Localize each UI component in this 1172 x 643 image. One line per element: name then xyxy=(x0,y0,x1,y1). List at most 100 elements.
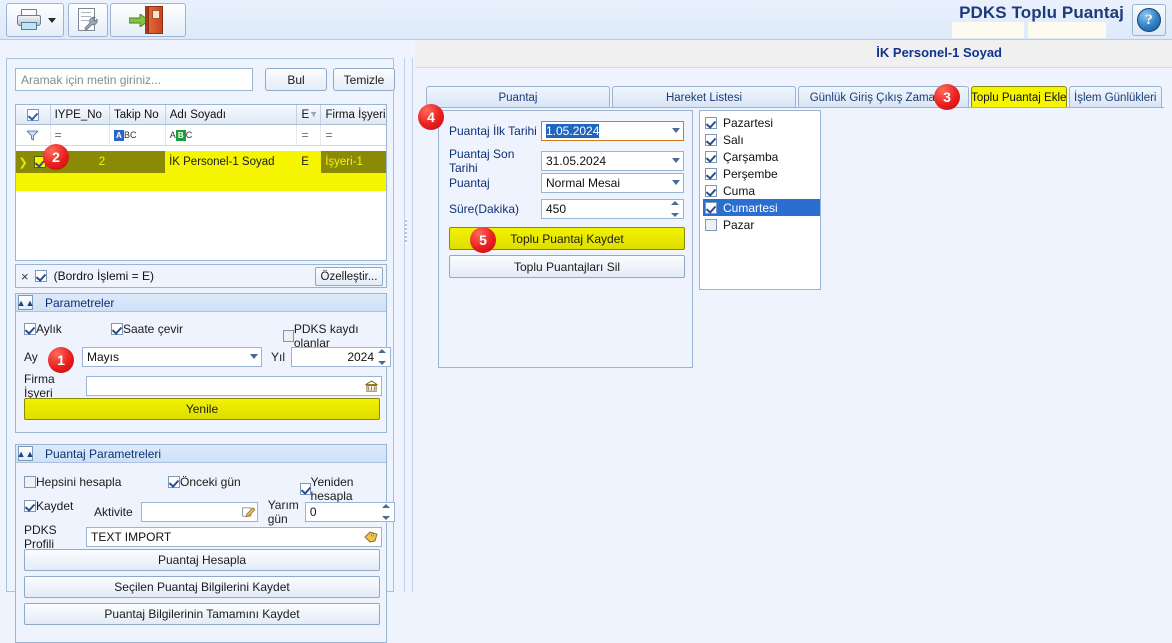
filter-builder-icon[interactable] xyxy=(27,130,39,141)
tab-islem-gunlukleri[interactable]: İşlem Günlükleri xyxy=(1068,86,1162,108)
hepsini-hesapla-row[interactable]: Hepsini hesapla xyxy=(24,475,121,489)
firma-isyeri-row: Firma İşyeri xyxy=(24,372,382,400)
hepsini-hesapla-label: Hepsini hesapla xyxy=(36,475,122,489)
collapse-parametreler-icon[interactable]: ▲▲ xyxy=(17,295,34,310)
sure-spinner[interactable]: 450 xyxy=(541,199,684,219)
document-wrench-icon xyxy=(75,7,101,33)
grid-filter-row[interactable]: = A BC ABC = = xyxy=(16,125,386,146)
edit-pencil-icon[interactable] xyxy=(241,506,255,518)
column-header-takip-no[interactable]: Takip No xyxy=(110,105,166,124)
list-item[interactable]: Perşembe xyxy=(703,165,820,182)
panel-splitter[interactable] xyxy=(400,58,412,592)
aylik-checkbox[interactable] xyxy=(24,323,36,335)
son-tarih-chevron-down-icon[interactable] xyxy=(672,158,680,163)
search-input[interactable] xyxy=(15,68,253,91)
filter-cell-iype-no[interactable]: = xyxy=(51,125,110,145)
sali-checkbox[interactable] xyxy=(705,133,717,146)
sure-label: Süre(Dakika) xyxy=(449,202,520,216)
customize-filter-button[interactable]: Özelleştir... xyxy=(315,267,383,286)
secilen-puantaj-kaydet-button[interactable]: Seçilen Puantaj Bilgilerini Kaydet xyxy=(24,576,380,598)
list-item[interactable]: Çarşamba xyxy=(703,148,820,165)
filter-cell-firma-isyeri[interactable]: = xyxy=(321,125,386,145)
cumartesi-checkbox[interactable] xyxy=(705,201,717,214)
pdks-kaydi-checkbox[interactable] xyxy=(283,330,294,342)
kaydet-row[interactable]: Kaydet xyxy=(24,499,73,513)
yil-spinner[interactable]: 2024 xyxy=(291,347,392,367)
onceki-gun-row[interactable]: Önceki gün xyxy=(168,475,241,489)
yarim-gun-spinner[interactable]: 0 xyxy=(304,502,395,522)
weekday-checklist[interactable]: Pazartesi Salı Çarşamba Perşembe Cuma Cu… xyxy=(699,110,821,290)
filter-cell-takip-no[interactable]: A BC xyxy=(110,125,166,145)
list-item[interactable]: Cuma xyxy=(703,182,820,199)
tab-hareket-listesi[interactable]: Hareket Listesi xyxy=(611,86,796,108)
list-item[interactable]: Salı xyxy=(703,131,820,148)
ay-combo[interactable]: Mayıs xyxy=(82,347,262,367)
column-header-firma-isyeri[interactable]: Firma İşyeri xyxy=(321,105,386,124)
clear-button[interactable]: Temizle xyxy=(333,68,395,91)
table-row[interactable]: ❯ 2 İK Personel-1 Soyad E İşyeri-1 xyxy=(16,151,386,173)
pdks-kaydi-checkbox-row[interactable]: PDKS kaydı olanlar xyxy=(283,322,386,350)
building-lookup-icon[interactable] xyxy=(365,380,378,392)
persembe-checkbox[interactable] xyxy=(705,167,717,180)
puantaj-combo[interactable]: Normal Mesai xyxy=(541,173,684,193)
close-filter-icon[interactable]: × xyxy=(21,269,29,284)
wrench-icon xyxy=(84,16,98,31)
filter-enabled-checkbox[interactable] xyxy=(34,270,47,282)
list-item[interactable]: Pazar xyxy=(703,216,820,233)
print-button[interactable] xyxy=(6,3,64,37)
collapse-puantaj-parametreleri-icon[interactable]: ▲▲ xyxy=(17,446,34,461)
toplu-puantajlari-sil-button[interactable]: Toplu Puantajları Sil xyxy=(449,255,685,278)
select-all-checkbox[interactable] xyxy=(26,108,39,121)
list-item[interactable]: Cumartesi xyxy=(703,199,820,216)
pazartesi-checkbox[interactable] xyxy=(705,116,717,129)
column-header-adi-soyadi[interactable]: Adı Soyadı xyxy=(166,105,298,124)
firma-isyeri-lookup[interactable] xyxy=(86,376,382,396)
pdks-profili-lookup[interactable]: TEXT IMPORT xyxy=(86,527,382,547)
sure-spin-buttons[interactable] xyxy=(671,201,682,217)
abc-blue-icon: A BC xyxy=(113,129,136,141)
kaydet-checkbox[interactable] xyxy=(24,500,36,512)
carsamba-checkbox[interactable] xyxy=(705,150,717,163)
puantaj-hesapla-button[interactable]: Puantaj Hesapla xyxy=(24,549,380,571)
aylik-checkbox-row[interactable]: Aylık xyxy=(24,322,62,336)
hepsini-hesapla-checkbox[interactable] xyxy=(24,476,36,488)
puantaj-chevron-down-icon[interactable] xyxy=(672,180,680,185)
saate-cevir-checkbox[interactable] xyxy=(111,323,123,335)
pazar-checkbox[interactable] xyxy=(705,218,717,231)
son-tarih-label: Puantaj Son Tarihi xyxy=(449,147,515,175)
caret-down-icon[interactable] xyxy=(47,17,56,23)
filter-cell-adi-soyadi[interactable]: ABC xyxy=(166,125,298,145)
cell-e: E xyxy=(297,151,322,173)
onceki-gun-checkbox[interactable] xyxy=(168,476,180,488)
column-header-e[interactable]: E xyxy=(297,105,322,124)
column-header-iype-no[interactable]: IYPE_No xyxy=(51,105,110,124)
right-edge-scroll-track[interactable] xyxy=(1168,68,1172,592)
yenile-button[interactable]: Yenile xyxy=(24,398,380,420)
find-button[interactable]: Bul xyxy=(265,68,327,91)
yil-spin-buttons[interactable] xyxy=(378,349,389,365)
filter-cell-e[interactable]: = xyxy=(297,125,322,145)
aktivite-lookup[interactable] xyxy=(140,502,258,522)
list-item[interactable]: Pazartesi xyxy=(703,114,820,131)
exit-button[interactable] xyxy=(110,3,186,37)
pdks-kaydi-label: PDKS kaydı olanlar xyxy=(293,322,359,350)
personnel-grid[interactable]: IYPE_No Takip No Adı Soyadı E Firma İşye… xyxy=(15,104,387,261)
tamamini-kaydet-button[interactable]: Puantaj Bilgilerinin Tamamını Kaydet xyxy=(24,603,380,625)
son-tarih-combo[interactable]: 31.05.2024 xyxy=(541,151,684,171)
tag-lookup-icon[interactable] xyxy=(364,531,378,543)
cuma-checkbox[interactable] xyxy=(705,184,717,197)
filter-row-icon-cell[interactable] xyxy=(16,125,51,145)
help-button[interactable]: ? xyxy=(1132,4,1166,36)
select-all-header[interactable] xyxy=(16,105,51,124)
ilk-tarih-input[interactable]: 1.05.2024 xyxy=(541,121,684,141)
filter-icon[interactable] xyxy=(311,110,317,119)
ilk-tarih-combo[interactable]: 1.05.2024 xyxy=(541,121,684,141)
tab-puantaj[interactable]: Puantaj xyxy=(426,86,610,108)
tab-toplu-puantaj-ekle[interactable]: Toplu Puantaj Ekle xyxy=(971,86,1067,108)
saate-cevir-checkbox-row[interactable]: Saate çevir xyxy=(111,322,183,336)
chevron-down-icon[interactable] xyxy=(250,354,258,359)
ilk-tarih-chevron-down-icon[interactable] xyxy=(672,128,680,133)
yarim-gun-spin-buttons[interactable] xyxy=(381,504,393,520)
report-designer-button[interactable] xyxy=(68,3,108,37)
yeniden-hesapla-checkbox[interactable] xyxy=(300,483,311,495)
